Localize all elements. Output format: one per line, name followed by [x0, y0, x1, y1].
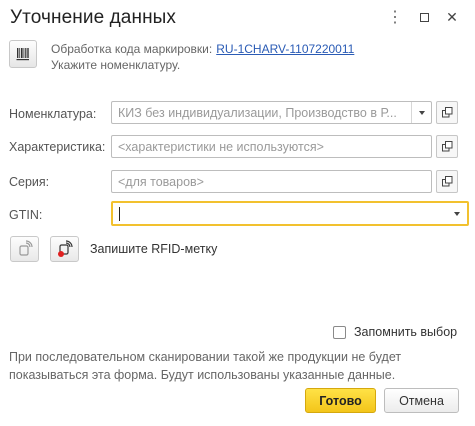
gtin-input[interactable]: [111, 201, 469, 226]
characteristic-placeholder: <характеристики не используются>: [118, 139, 324, 154]
dialog-title: Уточнение данных: [10, 7, 177, 28]
series-open-button[interactable]: [436, 170, 458, 193]
series-placeholder: <для товаров>: [118, 174, 204, 189]
series-field[interactable]: <для товаров>: [111, 170, 432, 193]
gtin-dropdown-button[interactable]: [447, 203, 467, 224]
rfid-write-button[interactable]: [50, 236, 79, 262]
nomenclature-field[interactable]: КИЗ без индивидуализации, Производство в…: [111, 101, 432, 124]
barcode-icon: [16, 48, 29, 61]
scan-info-instruction: Укажите номенклатуру.: [51, 58, 181, 72]
marking-code-link[interactable]: RU-1CHARV-1107220011: [216, 42, 354, 56]
chevron-down-icon: [454, 211, 460, 216]
remember-checkbox[interactable]: [333, 325, 346, 339]
done-button[interactable]: Готово: [305, 388, 376, 413]
remember-label: Запомнить выбор: [354, 325, 458, 339]
scan-info-prefix: Обработка кода маркировки:: [51, 42, 213, 56]
rfid-read-button[interactable]: [10, 236, 39, 262]
chevron-down-icon: [418, 110, 425, 115]
maximize-icon[interactable]: [414, 6, 434, 28]
characteristic-field[interactable]: <характеристики не используются>: [111, 135, 432, 158]
open-window-icon: [441, 176, 452, 187]
nomenclature-label: Номенклатура:: [9, 107, 97, 121]
nomenclature-value: КИЗ без индивидуализации, Производство в…: [118, 105, 397, 120]
close-icon[interactable]: ✕: [442, 6, 462, 28]
nomenclature-dropdown-button[interactable]: [411, 102, 431, 123]
info-note: При последовательном сканировании такой …: [9, 350, 402, 382]
remember-choice[interactable]: Запомнить выбор: [333, 325, 457, 339]
open-window-icon: [441, 107, 452, 118]
rfid-tag-icon: [18, 240, 33, 256]
open-window-icon: [441, 141, 452, 152]
gtin-label: GTIN:: [9, 208, 43, 222]
cancel-button[interactable]: Отмена: [384, 388, 459, 413]
series-label: Серия:: [9, 175, 50, 189]
scan-info-line: Обработка кода маркировки: RU-1CHARV-1107…: [51, 42, 354, 56]
nomenclature-open-button[interactable]: [436, 101, 458, 124]
characteristic-label: Характеристика:: [9, 140, 106, 154]
more-menu-icon[interactable]: ⋮: [385, 6, 405, 28]
characteristic-open-button[interactable]: [436, 135, 458, 158]
text-cursor: [119, 206, 120, 221]
barcode-scan-button[interactable]: [9, 40, 37, 68]
rfid-instruction: Запишите RFID-метку: [90, 242, 218, 256]
rfid-write-icon: [57, 240, 73, 257]
